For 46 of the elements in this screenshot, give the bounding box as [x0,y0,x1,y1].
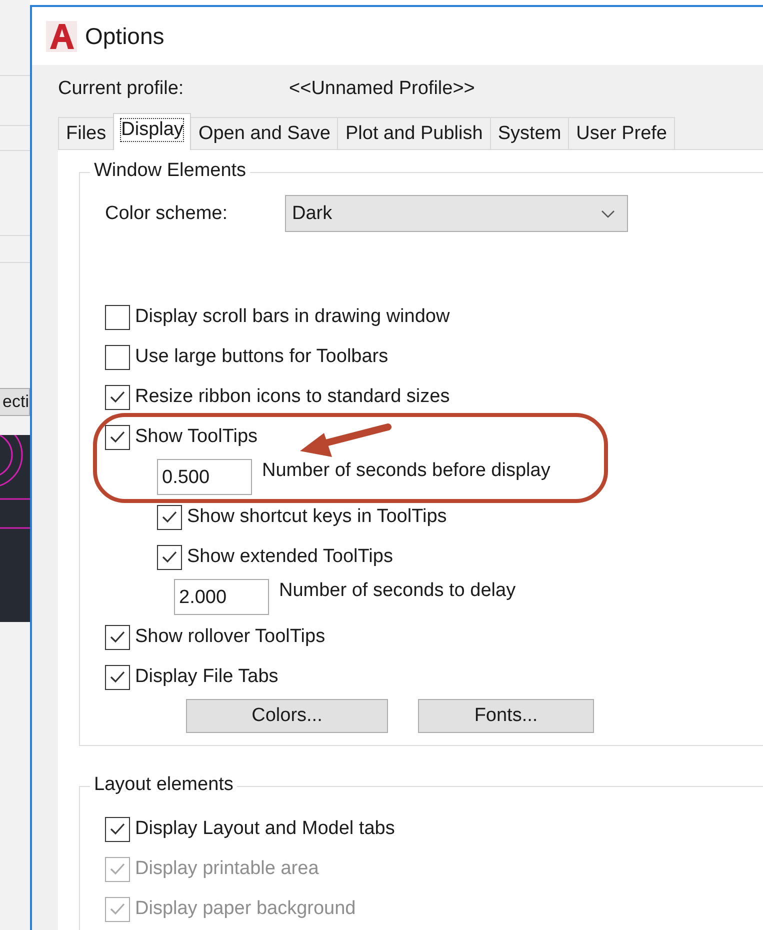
checkbox-label: Use large buttons for Toolbars [135,346,388,368]
checkbox[interactable] [157,504,182,530]
checkbox-label: Show rollover ToolTips [135,626,326,648]
checkbox-label: Display Layout and Model tabs [135,818,395,840]
checkmark-icon [109,862,126,876]
checkbox-label: Display scroll bars in drawing window [135,306,450,328]
checkmark-icon [109,430,126,444]
number-field[interactable]: 2.000 [174,579,269,615]
profile-label: Current profile: [58,78,185,100]
checkbox[interactable] [105,424,130,450]
checkmark-icon [109,670,126,684]
checkbox-label: Show extended ToolTips [187,546,393,568]
checkbox-label: Show ToolTips [135,426,258,448]
checkbox-label: Display File Tabs [135,666,278,688]
checkmark-icon [109,822,126,836]
tab[interactable]: User Prefe [568,117,675,149]
field-label: Number of seconds to delay [279,580,516,602]
checkbox[interactable] [105,304,130,330]
chevron-down-icon [601,210,615,218]
number-field[interactable]: 0.500 [157,459,252,495]
window-title: Options [85,22,164,50]
checkbox[interactable] [105,624,130,650]
checkbox-label: Display paper background [135,898,356,920]
checkbox-label: Show shortcut keys in ToolTips [187,506,447,528]
checkbox[interactable] [105,816,130,842]
color-scheme-label: Color scheme: [105,202,228,224]
dialog-button[interactable]: Colors... [186,699,388,733]
checkmark-icon [109,390,126,404]
checkbox[interactable] [105,384,130,410]
color-scheme-dropdown[interactable]: Dark [285,195,628,232]
tab[interactable]: Display [113,113,192,150]
checkbox-label: Resize ribbon icons to standard sizes [135,386,450,408]
app-logo-icon [46,20,77,52]
checkbox[interactable] [157,544,182,570]
tab[interactable]: Files [58,117,114,149]
checkmark-icon [161,550,178,564]
group-title: Layout elements [90,774,238,796]
checkbox[interactable] [105,344,130,370]
checkmark-icon [109,630,126,644]
checkbox[interactable] [105,664,130,690]
checkbox-label: Display printable area [135,858,319,880]
checkmark-icon [161,510,178,524]
dialog-button[interactable]: Fonts... [418,699,594,733]
profile-name: <<Unnamed Profile>> [289,78,475,100]
checkmark-icon [109,902,126,916]
field-label: Number of seconds before display [262,460,550,482]
